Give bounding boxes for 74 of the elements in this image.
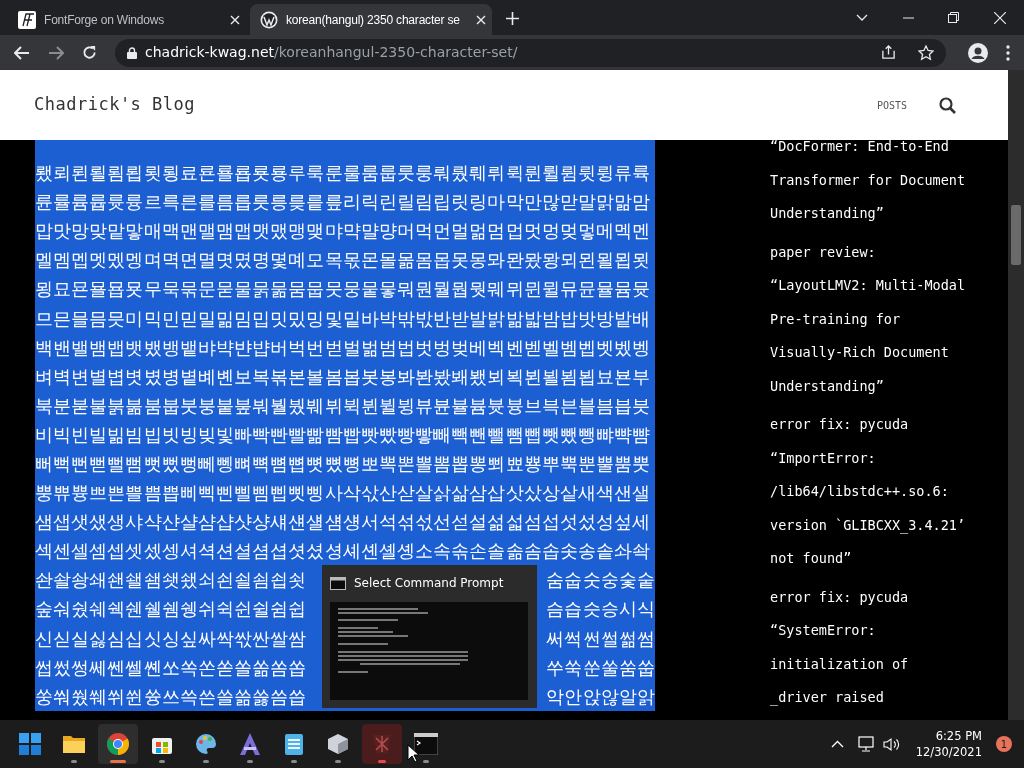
address-bar[interactable]: chadrick-kwag.net/koreanhangul-2350-character-set/ [115, 38, 946, 67]
hangul-text-line: 악안앉않알앍 [546, 684, 655, 709]
hangul-text-line: 뻐뻑뻔뻗뻘뻠뻣뻤뻥뻬뼁뼈뼉뼘뼙뼛뼜뼝뽀뽁뽄뽈뽐뽑뽕뾔뾰뿅뿌뿍뿐뿔뿜뿟 [35, 452, 651, 476]
url-text: chadrick-kwag.net/koreanhangul-2350-character-set/ [145, 43, 518, 62]
post-link[interactable]: “DocFormer: End-to-End Transformer for Document Understanding” [770, 140, 1008, 231]
restore-icon[interactable] [948, 12, 959, 23]
hangul-text-line: 비빅빈빌빎빔빕빗빙빚빛빠빡빤빨빪빰빱빳빴빵빻빼빽뺀뺄뺌뺍뺏뺐뺑뺘뺙뺨 [35, 422, 651, 447]
hangul-text-line: 뢨뢰뢴뢸룀룁룃룅료룐룔룝룟룡루룩룬룰룸룹룻룽뤄뤘뤠뤼뤽륀륄륌륏륑류륙 [35, 161, 651, 186]
hangul-text-line: 슴습슷승시식 [546, 597, 655, 622]
hangul-text-line: 샘샙샛샜생샤샥샨샬샴샵샷샹섀섄섈섐섕서석섞섟선섣설섦섧섬섭섯섰성섶세 [35, 510, 651, 535]
hangul-text-line: 멜멤멥멧멨멩며멱면멸몃몄명몇몌모목몫몬몰몲몸몹못몽뫄뫈뫘뫙뫼묀묄묍묏 [35, 248, 651, 273]
clock[interactable]: 6:25 PM 12/30/2021 [915, 728, 982, 760]
profile-icon[interactable] [968, 42, 988, 63]
share-icon[interactable] [881, 45, 896, 60]
hangul-text-line: 쑹쒀쒔쒜쒸쒼쓩쓰쓱쓴쓸쓺쓿씀씁 [35, 684, 307, 709]
close-window-icon[interactable] [994, 11, 1006, 24]
ff-logo-icon [18, 10, 36, 29]
cube-icon [326, 732, 350, 756]
close-icon[interactable] [475, 14, 486, 25]
hangul-text-line: 솬솰솽쇄쇈쇌쇔쇗쇘쇠쇤쇨쇰쇱쇳 [35, 568, 307, 593]
close-icon[interactable] [230, 14, 240, 25]
hangul-text-line: 륜률륨륩륫륭르륵른를름릅릇릉릊릍릎리릭린릴림립릿링마막만많맏말맑맒맘 [35, 190, 651, 215]
browser-tab[interactable]: korean(hangul) 2350 character se [250, 4, 492, 35]
window-preview-popup[interactable]: Select Command Prompt [322, 565, 537, 708]
hangul-text-line: 숨숩숫숭숯숱 [546, 568, 655, 593]
mouse-pointer-icon [407, 744, 419, 763]
folder-icon [62, 733, 86, 755]
taskbar-app[interactable] [98, 724, 138, 764]
nav-link[interactable]: POSTS [876, 97, 907, 113]
hangul-text-line: 신싣실싫심십싯싱싶싸싹싻싼쌀쌈 [35, 626, 307, 651]
hangul-text-line: 므믄믈믐믓미믹민믿밀밂밈밉밋밌밍및밑바박밖밗반받발밝밞밟밤밥밧방밭배 [35, 306, 651, 331]
chevron-up-icon[interactable] [830, 740, 844, 748]
scrollbar[interactable] [1008, 70, 1024, 720]
volume-icon[interactable] [882, 736, 900, 752]
clock-time: 6:25 PM [935, 728, 982, 744]
letter-a-icon [238, 732, 262, 756]
hangul-text-line: 맙맛망맞맡맣매맥맨맬맴맵맷맸맹맺먀먁먈먕머먹먼멀멂멈멉멋멍멎멓메멕멘 [35, 219, 651, 244]
chrome-icon [106, 732, 130, 756]
forward-arrow-icon[interactable] [48, 45, 64, 60]
tab-title: korean(hangul) 2350 character se [286, 11, 460, 29]
star-icon[interactable] [918, 44, 934, 61]
notification-badge[interactable]: 1 [996, 736, 1012, 752]
hangul-text-line: 북분붇불붉붊붐붑붓붕붙붚붜붤붰붸뷔뷕뷘뷜뷩뷰뷴뷸븀븃븅브븍븐블븜븝븟 [35, 393, 651, 418]
windows-logo-icon [19, 733, 41, 755]
hangul-text-line: 묑묘묜묠묩묫무묵묶문묻물묽묾뭄뭅뭇뭉뭍뭏뭐뭔뭘뭡뭣뭬뮈뮌뮐뮤뮨뮬뮴뮷 [35, 277, 651, 302]
post-link[interactable]: error fix: pycuda “ImportError: /lib64/libstdc++.so.6: version `GLIBCXX_3.4.21’ not found” [770, 408, 1008, 576]
minimize-icon[interactable] [903, 16, 914, 19]
preview-title: Select Command Prompt [354, 575, 504, 592]
hangul-text-line: 섹센셀셈셉셋셌셍셔셕션셜셤셥셧셨셩셰셴셸솅소속솎손솔솖솜솝솟송솥솨솩 [35, 539, 651, 564]
menu-icon[interactable] [1006, 44, 1010, 61]
scrollbar-thumb[interactable] [1011, 205, 1021, 265]
hangul-text-line: 백밴밸뱀뱁뱃뱄뱅뱉뱌뱍뱐뱝버벅번벋벌벎범법벗벙벚베벡벤벧벨벰벱벳벴벵 [35, 335, 651, 360]
hangul-text-line: 써썩썬썰썲썸 [546, 626, 655, 651]
terminal-icon [330, 576, 346, 590]
hangul-text-line: 뿡쀼쁑쁘쁜쁠쁨쁩삐삑삔삘삠삡삣삥사삭삯산삳살삵삶삼삽삿샀상샅새색샌샐 [35, 481, 651, 506]
chevron-down-icon[interactable] [856, 13, 868, 22]
terminal-icon [414, 733, 438, 755]
reload-icon[interactable] [82, 45, 97, 60]
new-tab-icon[interactable] [506, 12, 519, 25]
blog-title[interactable]: Chadrick's Blog [34, 92, 196, 118]
back-arrow-icon[interactable] [14, 45, 30, 60]
palette-icon [194, 732, 218, 756]
hangul-text-line: 벼벽변별볍볏볐병볕볘볜보복볶본볼봄봅봇봉봐봔봤봬뵀뵈뵉뵌뵐뵘뵙뵤뵨부 [35, 364, 651, 389]
lock-icon [127, 46, 137, 59]
hangul-text-line: 숲숴쉈쉐쉑쉔쉘쉠쉥쉬쉭쉰쉴쉼쉽 [35, 597, 307, 622]
clock-date: 12/30/2021 [915, 744, 982, 760]
network-icon[interactable] [857, 736, 875, 752]
hangul-text-line: 썹썼썽쎄쎈쎌쏀쏘쏙쏜쏟쏠쏢쏨쏩 [35, 655, 307, 680]
post-link[interactable]: paper review: “LayoutLMV2: Multi-Modal Pre-training for Visually-Rich Document Understanding” [770, 235, 1008, 403]
notepad-icon [284, 732, 304, 756]
search-icon[interactable] [939, 96, 956, 114]
tab-title: FontForge on Windows [44, 11, 165, 29]
post-link[interactable]: error fix: pycuda “SystemError: initialization of _driver raised [770, 580, 1008, 715]
hangul-text-line: 쑤쑥쑨쑬쑴쑵 [546, 655, 655, 680]
